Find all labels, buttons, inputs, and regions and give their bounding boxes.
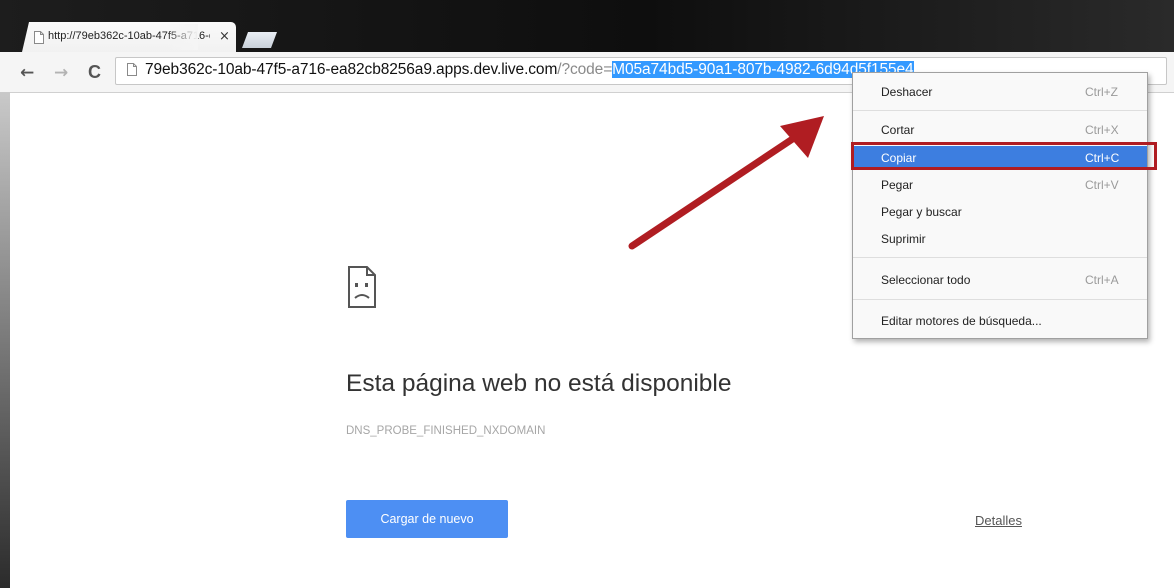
- sad-page-icon: [347, 265, 377, 314]
- error-code: DNS_PROBE_FINISHED_NXDOMAIN: [346, 425, 546, 437]
- url-host: 79eb362c-10ab-47f5-a716-ea82cb8256a9.app…: [145, 61, 558, 78]
- menu-separator: [853, 299, 1147, 300]
- tab-title-fade: [166, 24, 198, 50]
- menu-item-paste[interactable]: Pegar Ctrl+V: [853, 173, 1147, 197]
- menu-item-undo[interactable]: Deshacer Ctrl+Z: [853, 80, 1147, 104]
- menu-separator: [853, 257, 1147, 258]
- highlight-annotation-box: [851, 142, 1157, 170]
- forward-arrow-icon[interactable]: →: [54, 63, 68, 83]
- back-arrow-icon[interactable]: ←: [20, 63, 34, 83]
- annotation-arrow-icon: [628, 116, 824, 250]
- page-icon: [127, 63, 137, 76]
- reload-button[interactable]: Cargar de nuevo: [346, 500, 508, 538]
- error-title: Esta página web no está disponible: [346, 370, 732, 397]
- menu-item-delete[interactable]: Suprimir: [853, 227, 1147, 251]
- context-menu: Deshacer Ctrl+Z Cortar Ctrl+X Copiar Ctr…: [852, 72, 1148, 339]
- close-tab-icon[interactable]: ×: [219, 29, 230, 44]
- menu-item-paste-and-search[interactable]: Pegar y buscar: [853, 200, 1147, 224]
- url-path: /?code=: [557, 61, 613, 78]
- menu-separator: [853, 110, 1147, 111]
- menu-item-select-all[interactable]: Seleccionar todo Ctrl+A: [853, 268, 1147, 292]
- new-tab-button[interactable]: [242, 32, 277, 48]
- window-edge-shadow: [0, 92, 10, 588]
- url-text[interactable]: 79eb362c-10ab-47f5-a716-ea82cb8256a9.app…: [145, 60, 914, 80]
- page-icon: [34, 31, 44, 44]
- menu-item-cut[interactable]: Cortar Ctrl+X: [853, 118, 1147, 142]
- menu-item-edit-search-engines[interactable]: Editar motores de búsqueda...: [853, 309, 1147, 333]
- details-link[interactable]: Detalles: [975, 513, 1022, 528]
- reload-icon[interactable]: C: [88, 62, 101, 83]
